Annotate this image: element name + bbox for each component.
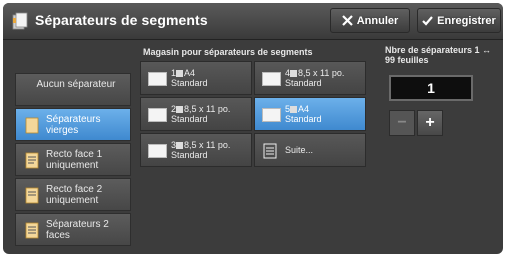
checkmark-icon xyxy=(422,15,433,26)
tray-icon xyxy=(290,70,298,77)
paper-icon xyxy=(262,72,281,86)
option-label: Recto face 2 uniquement xyxy=(46,184,103,206)
tray-label: 3 8,5 x 11 po. Standard xyxy=(171,140,231,160)
tray-label: 1 A4 Standard xyxy=(171,68,208,88)
separator-count-label: Nbre de séparateurs 1 ↔ 99 feuilles xyxy=(385,45,492,65)
tray-1-button[interactable]: 1 A4 Standard xyxy=(140,61,252,95)
paper-icon xyxy=(148,108,167,122)
dialog-panel: Séparateurs de segments Annuler Enregist… xyxy=(3,3,503,254)
option-label: Séparateurs 2 faces xyxy=(46,219,109,241)
tray-section-label: Magasin pour séparateurs de segments xyxy=(143,47,313,57)
more-label: Suite... xyxy=(285,145,314,155)
paper-icon xyxy=(148,72,167,86)
list-icon xyxy=(263,143,277,159)
tray-icon xyxy=(176,142,184,149)
printed-side1-icon xyxy=(25,152,39,169)
tray-3-button[interactable]: 3 8,5 x 11 po. Standard xyxy=(140,133,252,167)
tray-4-button[interactable]: 4 8,5 x 11 po. Standard xyxy=(254,61,366,95)
paper-icon xyxy=(262,108,281,122)
page-title: Séparateurs de segments xyxy=(35,12,208,28)
more-trays-button[interactable]: Suite... xyxy=(254,133,366,167)
decrement-button[interactable]: − xyxy=(389,110,415,136)
paper-icon xyxy=(148,144,167,158)
close-icon xyxy=(341,15,353,26)
save-button[interactable]: Enregistrer xyxy=(417,8,501,33)
document-stack-icon xyxy=(12,12,28,30)
tray-label: 2 8,5 x 11 po. Standard xyxy=(171,104,231,124)
tray-2-button[interactable]: 2 8,5 x 11 po. Standard xyxy=(140,97,252,131)
cancel-label: Annuler xyxy=(356,14,399,27)
separator-count-field[interactable]: 1 xyxy=(389,75,473,101)
title-bar: Séparateurs de segments Annuler Enregist… xyxy=(3,3,503,40)
option-duplex-separators[interactable]: Séparateurs 2 faces xyxy=(15,213,131,246)
blank-separator-icon xyxy=(25,117,39,134)
option-label: Aucun séparateur xyxy=(36,79,116,90)
option-printed-side2[interactable]: Recto face 2 uniquement xyxy=(15,178,131,211)
cancel-button[interactable]: Annuler xyxy=(330,8,410,33)
bypass-tray-icon xyxy=(290,106,298,113)
tray-icon xyxy=(176,70,184,77)
tray-icon xyxy=(176,106,184,113)
option-label: Recto face 1 uniquement xyxy=(46,149,103,171)
option-blank-separators[interactable]: Séparateurs vierges xyxy=(15,108,131,141)
increment-button[interactable]: + xyxy=(417,110,443,136)
tray-5-button[interactable]: 5 A4 Standard xyxy=(254,97,366,131)
option-printed-side1[interactable]: Recto face 1 uniquement xyxy=(15,143,131,176)
option-no-separator[interactable]: Aucun séparateur xyxy=(15,73,131,106)
option-label: Séparateurs vierges xyxy=(46,114,101,136)
duplex-separator-icon xyxy=(25,222,39,239)
tray-label: 5 A4 Standard xyxy=(285,104,322,124)
save-label: Enregistrer xyxy=(437,14,496,27)
tray-label: 4 8,5 x 11 po. Standard xyxy=(285,68,345,88)
printed-side2-icon xyxy=(25,187,39,204)
